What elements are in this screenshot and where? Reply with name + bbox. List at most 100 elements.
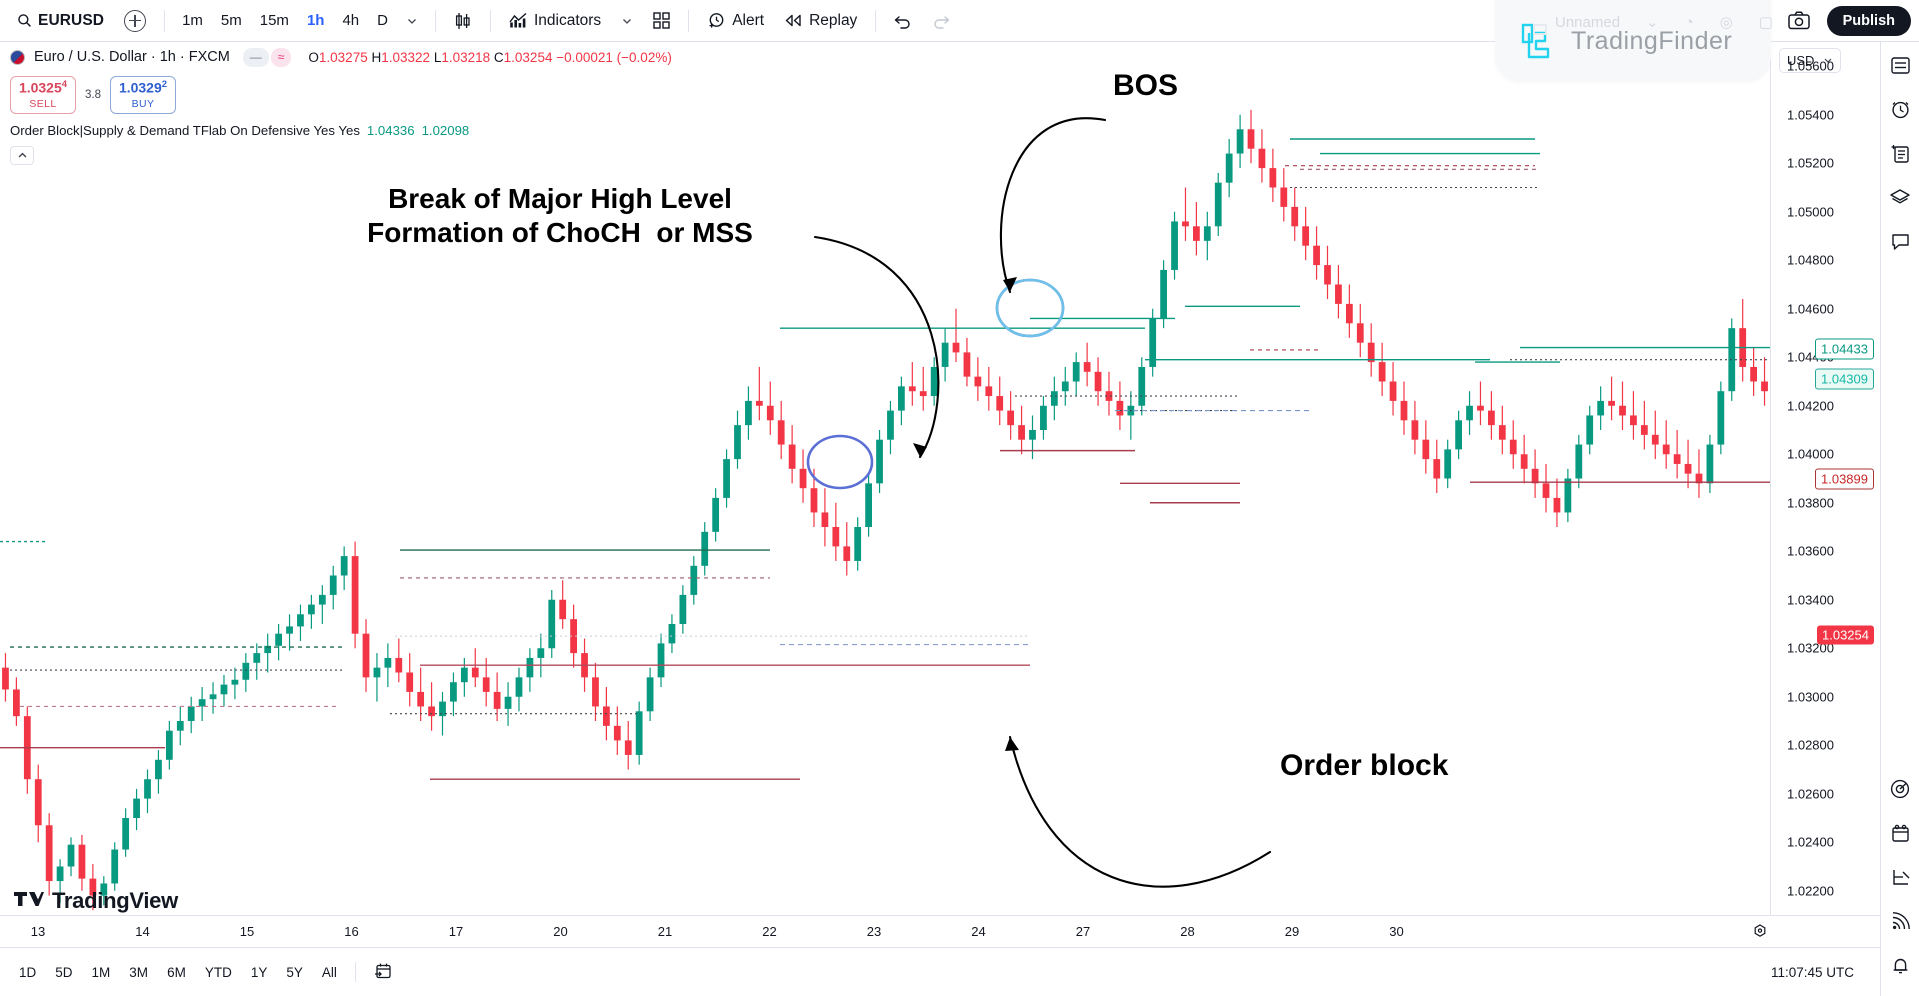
timeframe-5m[interactable]: 5m [213, 7, 250, 35]
price-tick: 1.05000 [1787, 204, 1834, 220]
range-6m[interactable]: 6M [158, 961, 195, 984]
ohlc-values: O1.03275 H1.03322 L1.03218 C1.03254 −0.0… [308, 50, 671, 65]
timeframe-1h[interactable]: 1h [299, 7, 333, 35]
timeframe-more-button[interactable] [398, 7, 426, 35]
time-tick: 15 [239, 924, 255, 939]
ohlc-l-value: 1.03218 [441, 49, 491, 65]
time-tick: 21 [657, 924, 673, 939]
ohlc-change: −0.00021 (−0.02%) [556, 49, 672, 65]
candlestick-plot [0, 109, 1770, 911]
time-tick: 23 [866, 924, 882, 939]
range-1m[interactable]: 1M [83, 961, 120, 984]
search-icon [17, 13, 32, 28]
replay-rewind-icon [784, 13, 803, 28]
buy-button[interactable]: 1.03292 BUY [110, 76, 176, 114]
price-tick: 1.04000 [1787, 446, 1834, 462]
price-tick: 1.05200 [1787, 155, 1834, 171]
buy-sell-panel: 1.03254 SELL 3.8 1.03292 BUY [10, 76, 672, 114]
timeframe-d[interactable]: D [369, 7, 396, 35]
price-badge[interactable]: 1.04433 [1815, 338, 1874, 360]
redo-button[interactable] [923, 6, 959, 36]
time-tick: 22 [762, 924, 777, 939]
toolbar-divider-5 [875, 9, 877, 32]
indicators-chart-icon [509, 12, 528, 29]
layers-icon[interactable] [1887, 184, 1913, 210]
data-window-icon[interactable] [1887, 140, 1913, 166]
alert-label: Alert [732, 11, 765, 29]
tradingfinder-logo-icon [1517, 19, 1561, 63]
spread-value: 3.8 [85, 89, 101, 101]
chat-bubble-icon[interactable] [1887, 228, 1913, 254]
camera-icon [1787, 11, 1810, 30]
time-tick: 17 [448, 924, 464, 939]
ohlc-o-label: O [308, 49, 319, 65]
price-tick: 1.03000 [1787, 689, 1834, 705]
sell-button[interactable]: 1.03254 SELL [10, 76, 76, 114]
price-badge[interactable]: 1.04309 [1815, 368, 1874, 390]
snapshot-button[interactable] [1779, 6, 1819, 36]
calendar-icon[interactable] [1887, 820, 1913, 846]
toolbar-divider-4 [688, 9, 690, 32]
chart-canvas[interactable] [0, 42, 1770, 915]
chart-legend: Euro / U.S. Dollar · 1h · FXCM — ≈ O1.03… [10, 45, 672, 165]
go-to-date-button[interactable] [365, 958, 402, 987]
badge-minus[interactable]: — [242, 47, 269, 67]
replay-button[interactable]: Replay [775, 6, 866, 36]
gear-hex-icon[interactable] [1753, 924, 1768, 942]
tradingfinder-brand-label: TradingFinder [1571, 26, 1733, 55]
price-axis[interactable]: USD 1.05600 1.05400 1.05200 1.05000 1.04800 1… [1770, 42, 1880, 915]
undo-button[interactable] [885, 6, 921, 36]
symbol-search-button[interactable]: EURUSD [8, 6, 113, 36]
time-tick: 28 [1180, 924, 1195, 939]
alert-button[interactable]: Alert [698, 6, 773, 36]
bell-icon[interactable] [1887, 952, 1913, 978]
timeframe-1m[interactable]: 1m [174, 7, 211, 35]
ohlc-h-value: 1.03322 [381, 49, 431, 65]
sell-label: SELL [29, 97, 57, 110]
chevron-down-icon [621, 15, 633, 27]
bottom-bar: 1D 5D 1M 3M 6M YTD 1Y 5Y All 11:07:45 UT… [0, 947, 1880, 996]
ideas-target-icon[interactable] [1887, 776, 1913, 802]
time-tick: 20 [553, 924, 568, 939]
timeframe-15m[interactable]: 15m [252, 7, 297, 35]
chevron-down-icon [406, 15, 418, 27]
legend-collapse-button[interactable] [10, 146, 34, 165]
tradingview-chart-app: EURUSD 1m 5m 15m 1h 4h D Indicators Aler… [0, 0, 1919, 996]
price-badge[interactable]: 1.03899 [1815, 468, 1874, 490]
chart-type-button[interactable] [445, 6, 481, 36]
price-badge[interactable]: 1.03254 [1817, 625, 1874, 645]
range-all[interactable]: All [313, 961, 346, 984]
add-symbol-button[interactable] [115, 6, 155, 36]
time-axis[interactable]: 13 14 15 16 17 20 21 22 23 24 27 28 29 30 [0, 915, 1880, 947]
eu-us-flag-icon [10, 49, 25, 65]
price-tick: 1.03800 [1787, 495, 1834, 511]
symbol-title[interactable]: Euro / U.S. Dollar · 1h · FXCM [34, 49, 230, 65]
toolbar-divider-3 [489, 9, 491, 32]
timeframe-4h[interactable]: 4h [334, 7, 367, 35]
candlestick-icon [454, 11, 472, 31]
publish-button[interactable]: Publish [1826, 5, 1911, 36]
strategy-icon[interactable] [1887, 864, 1913, 890]
indicators-dropdown-button[interactable] [612, 6, 642, 36]
range-3m[interactable]: 3M [120, 961, 157, 984]
watchlist-icon[interactable] [1887, 52, 1913, 78]
range-1d[interactable]: 1D [10, 961, 45, 984]
indicator-legend-row[interactable]: Order Block|Supply & Demand TFlab On Def… [10, 123, 672, 138]
badge-wave[interactable]: ≈ [270, 47, 292, 67]
toolbar-divider-2 [434, 9, 436, 32]
symbol-row: Euro / U.S. Dollar · 1h · FXCM — ≈ O1.03… [10, 45, 672, 69]
indicators-button[interactable]: Indicators [500, 6, 610, 36]
range-5y[interactable]: 5Y [277, 961, 312, 984]
grid-four-icon [653, 12, 670, 29]
symbol-label: EURUSD [38, 11, 105, 29]
calendar-arrow-icon [374, 963, 393, 983]
time-tick: 29 [1284, 924, 1300, 939]
chart-layouts-button[interactable] [644, 6, 679, 36]
range-1y[interactable]: 1Y [242, 961, 277, 984]
price-tick: 1.04800 [1787, 252, 1834, 268]
range-ytd[interactable]: YTD [196, 961, 241, 984]
price-tick: 1.03400 [1787, 592, 1834, 608]
alerts-clock-icon[interactable] [1887, 96, 1913, 122]
range-5d[interactable]: 5D [46, 961, 81, 984]
broadcast-icon[interactable] [1887, 908, 1913, 934]
